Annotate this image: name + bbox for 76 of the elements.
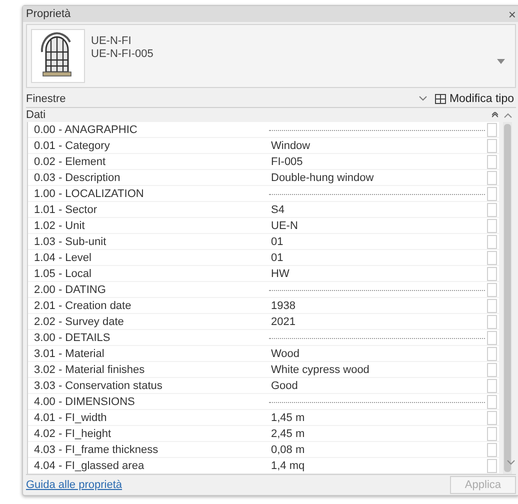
property-label: 2.01 - Creation date xyxy=(33,300,132,312)
property-value[interactable]: 0,08 m xyxy=(269,444,305,456)
row-checkbox[interactable] xyxy=(487,138,497,152)
edit-type-button[interactable]: Modifica tipo xyxy=(433,92,516,104)
property-value[interactable]: 2,45 m xyxy=(269,428,305,440)
property-label: 3.02 - Material finishes xyxy=(33,364,146,376)
row-checkbox[interactable] xyxy=(487,170,497,184)
property-label: 1.03 - Sub-unit xyxy=(33,236,108,248)
grid-icon xyxy=(435,94,446,104)
property-label: 0.03 - Description xyxy=(33,172,122,184)
row-checkbox[interactable] xyxy=(487,458,497,472)
type-name: UE-N-FI-005 xyxy=(91,48,154,60)
property-value[interactable]: Good xyxy=(269,380,298,392)
row-checkbox[interactable] xyxy=(487,218,497,232)
row-checkbox[interactable] xyxy=(487,394,497,408)
row-checkbox[interactable] xyxy=(487,330,497,344)
property-label: 3.03 - Conservation status xyxy=(33,380,164,392)
window-title: Proprietà xyxy=(26,8,71,20)
property-value[interactable]: Window xyxy=(269,140,310,152)
property-value[interactable]: 01 xyxy=(269,252,284,264)
row-checkbox[interactable] xyxy=(487,122,497,136)
property-label: 2.00 - DATING xyxy=(33,284,107,296)
row-checkbox[interactable] xyxy=(487,266,497,280)
close-button[interactable]: × xyxy=(508,6,516,22)
row-checkbox[interactable] xyxy=(487,346,497,360)
property-label: 4.03 - FI_frame thickness xyxy=(33,444,160,456)
row-checkbox[interactable] xyxy=(487,362,497,376)
property-label: 0.00 - ANAGRAPHIC xyxy=(33,124,138,136)
family-name: UE-N-FI xyxy=(91,35,132,47)
row-checkbox[interactable] xyxy=(487,202,497,216)
property-value[interactable]: 01 xyxy=(269,236,284,248)
property-label: 0.02 - Element xyxy=(33,156,107,168)
property-label: 2.02 - Survey date xyxy=(33,316,125,328)
chevron-down-icon[interactable] xyxy=(419,96,428,101)
scroll-down-icon[interactable] xyxy=(507,460,515,465)
property-label: 1.04 - Level xyxy=(33,252,92,264)
property-value[interactable]: 1938 xyxy=(269,300,296,312)
row-checkbox[interactable] xyxy=(487,442,497,456)
row-checkbox[interactable] xyxy=(487,234,497,248)
property-value[interactable]: S4 xyxy=(269,204,284,216)
row-checkbox[interactable] xyxy=(487,154,497,168)
row-checkbox[interactable] xyxy=(487,250,497,264)
property-label: 4.00 - DIMENSIONS xyxy=(33,396,136,408)
property-label: 3.01 - Material xyxy=(33,348,106,360)
property-value[interactable]: HW xyxy=(269,268,290,280)
property-value[interactable]: UE-N xyxy=(269,220,298,232)
property-value[interactable]: FI-005 xyxy=(269,156,303,168)
property-label: 1.05 - Local xyxy=(33,268,92,280)
property-label: 1.02 - Unit xyxy=(33,220,86,232)
property-value[interactable]: White cypress wood xyxy=(269,364,370,376)
collapse-icon[interactable] xyxy=(492,112,498,118)
dropdown-icon[interactable] xyxy=(497,58,505,64)
property-value[interactable]: 1,45 m xyxy=(269,412,305,424)
property-label: 1.01 - Sector xyxy=(33,204,98,216)
property-label: 4.04 - FI_glassed area xyxy=(33,460,146,472)
property-label: 1.00 - LOCALIZATION xyxy=(33,188,145,200)
scrollbar[interactable] xyxy=(503,122,512,474)
property-value[interactable]: Double-hung window xyxy=(269,172,374,184)
property-label: 3.00 - DETAILS xyxy=(33,332,112,344)
property-label: 4.01 - FI_width xyxy=(33,412,108,424)
row-checkbox[interactable] xyxy=(487,314,497,328)
help-link[interactable]: Guida alle proprietà xyxy=(26,479,122,491)
row-checkbox[interactable] xyxy=(487,410,497,424)
section-title: Dati xyxy=(26,109,47,121)
property-label: 4.02 - FI_height xyxy=(33,428,112,440)
row-checkbox[interactable] xyxy=(487,298,497,312)
scroll-up-icon[interactable] xyxy=(504,112,512,118)
property-label: 0.01 - Category xyxy=(33,140,111,152)
row-checkbox[interactable] xyxy=(487,378,497,392)
row-checkbox[interactable] xyxy=(487,282,497,296)
row-checkbox[interactable] xyxy=(487,426,497,440)
row-checkbox[interactable] xyxy=(487,186,497,200)
property-value[interactable]: 1,4 mq xyxy=(269,460,305,472)
property-value[interactable]: Wood xyxy=(269,348,300,360)
category-dropdown[interactable]: Finestre xyxy=(26,92,420,104)
property-value[interactable]: 2021 xyxy=(269,316,296,328)
